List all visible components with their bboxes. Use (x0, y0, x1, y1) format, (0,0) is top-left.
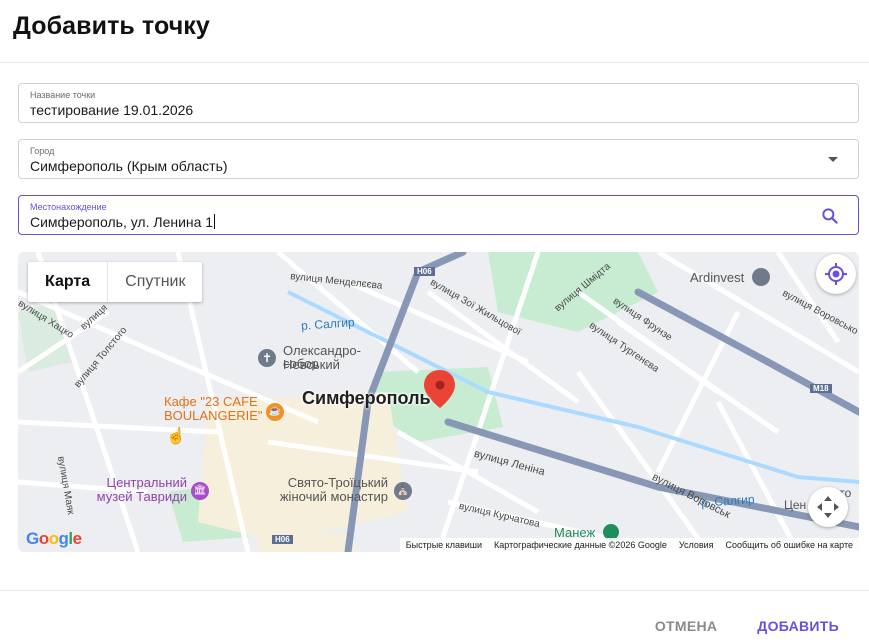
location-value: Симферополь, ул. Ленина 1 (30, 214, 214, 230)
map[interactable]: H06 H06 M18 вулиця Менделєєва вулиця Зої… (18, 252, 859, 552)
chevron-down-icon[interactable] (828, 157, 838, 162)
poi-label-line1: Центральний (106, 475, 187, 490)
dialog-actions: ОТМЕНА ДОБАВИТЬ (655, 618, 839, 634)
cafe-icon: ☕ (266, 403, 284, 421)
museum-icon: 🏛 (191, 482, 209, 500)
search-icon[interactable] (820, 206, 840, 226)
poi-ardinvest[interactable]: Ardinvest (690, 268, 770, 286)
location-field[interactable]: Местонахождение Симферополь, ул. Ленина … (18, 195, 859, 235)
city-value[interactable]: Симферополь (Крым область) (30, 158, 228, 174)
footer-divider (0, 590, 869, 591)
pan-arrows-icon (817, 496, 839, 518)
poi-museum[interactable]: Центральний музей Тавриди 🏛 (95, 475, 209, 504)
road-shield-m18: M18 (810, 384, 832, 393)
map-data-attribution: Картографические данные ©2026 Google (494, 540, 667, 550)
point-name-field[interactable]: Название точки тестирование 19.01.2026 (18, 83, 859, 123)
keyboard-shortcuts-link[interactable]: Быстрые клавиши (400, 538, 488, 552)
poi-monastery[interactable]: Свято-Троїцький жіночий монастир ⛪ (266, 475, 412, 504)
text-caret (214, 214, 216, 229)
church-icon: ⛪ (394, 482, 412, 500)
point-name-label: Название точки (30, 90, 96, 100)
cancel-button[interactable]: ОТМЕНА (655, 618, 717, 634)
church-icon: ✝ (258, 349, 276, 367)
location-input[interactable]: Симферополь, ул. Ленина 1 (30, 214, 216, 230)
map-attribution-bar: Быстрые клавиши Картографические данные … (399, 538, 859, 552)
location-label: Местонахождение (30, 202, 107, 212)
road-shield-h06-top: H06 (414, 267, 435, 276)
poi-label-line2: жіночий монастир (279, 489, 388, 504)
my-location-button[interactable] (816, 254, 856, 294)
add-button[interactable]: ДОБАВИТЬ (757, 618, 839, 634)
poi-label-line1: Свято-Троїцький (287, 475, 388, 490)
map-label: Цен (784, 498, 807, 512)
pan-control-button[interactable] (808, 487, 848, 527)
map-type-control: Карта Спутник (28, 262, 203, 302)
poi-label-line2: BOULANGERIE" (164, 408, 263, 423)
report-error-link[interactable]: Сообщить об ошибке на карте (720, 538, 859, 552)
my-location-icon (825, 263, 847, 285)
terms-link[interactable]: Условия (673, 538, 720, 552)
point-name-value[interactable]: тестирование 19.01.2026 (30, 102, 193, 118)
road-shield-h06-bottom: H06 (272, 535, 293, 544)
dialog-title: Добавить точку (13, 12, 210, 40)
poi-label-line2: музей Тавриди (96, 489, 187, 504)
poi-cafe[interactable]: Кафе "23 CAFE BOULANGERIE" ☕ (164, 394, 284, 423)
city-label: Город (30, 146, 55, 156)
place-icon (751, 268, 770, 286)
hand-cursor-icon: ☝ (166, 428, 186, 445)
header-divider (0, 62, 869, 63)
city-select[interactable]: Город Симферополь (Крым область) (18, 139, 859, 179)
poi-label: Ardinvest (690, 270, 745, 285)
poi-label-line1: Кафе "23 CAFE (164, 394, 258, 409)
city-map-label: Симферополь (302, 388, 431, 408)
google-logo: Google (26, 529, 82, 548)
map-type-map-button[interactable]: Карта (28, 262, 107, 302)
map-type-satellite-button[interactable]: Спутник (107, 262, 202, 302)
poi-label-line2: собор (283, 356, 319, 371)
